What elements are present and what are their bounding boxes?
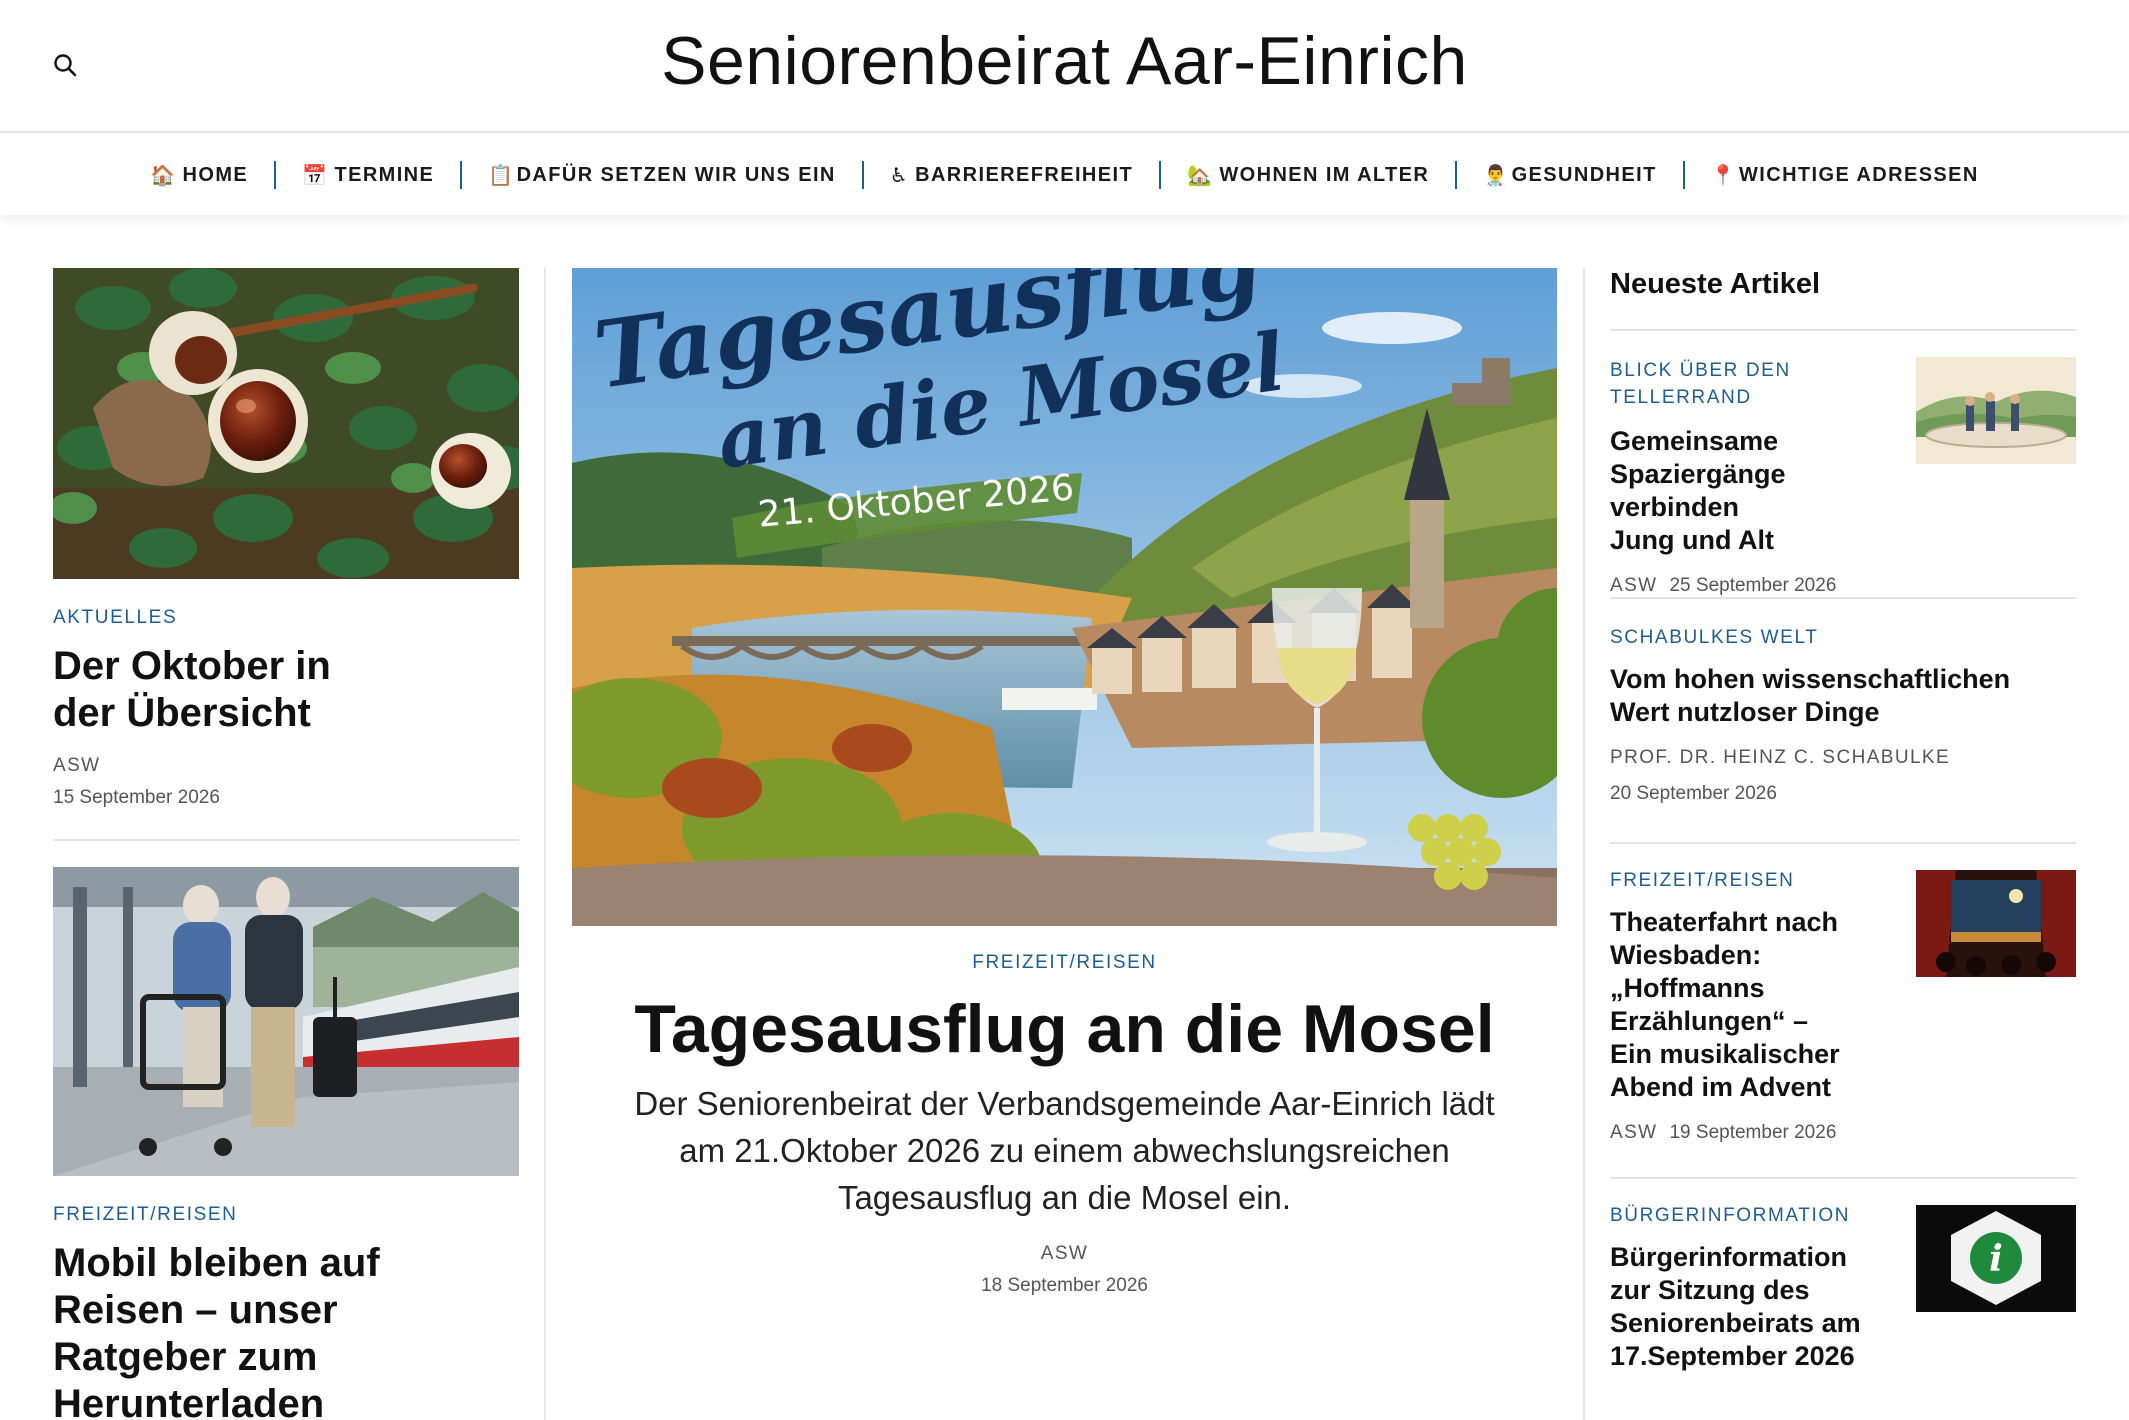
- post-title[interactable]: Der Oktober in der Übersicht: [53, 643, 373, 737]
- nav-item-home[interactable]: 🏠 HOME: [150, 163, 248, 188]
- nav-separator: [861, 161, 864, 189]
- nav-separator: [274, 161, 277, 189]
- nav-label: GESUNDHEIT: [1511, 163, 1657, 186]
- site-title[interactable]: Seniorenbeirat Aar-Einrich: [0, 22, 2129, 100]
- featured-excerpt: Der Seniorenbeirat der Verbandsgemeinde …: [634, 1085, 1495, 1216]
- sidebar-article: BLICK ÜBER DEN TELLERRAND Gemeinsame Spa…: [1610, 357, 2076, 597]
- nav-separator: [1455, 161, 1458, 189]
- chestnuts-photo[interactable]: [53, 268, 519, 579]
- sidebar-article-title[interactable]: Theaterfahrt nach Wiesbaden: „Hoffmanns …: [1610, 906, 1840, 1104]
- nav-label: WICHTIGE ADRESSEN: [1739, 163, 1979, 186]
- post-title[interactable]: Mobil bleiben auf Reisen – unser Ratgebe…: [53, 1240, 433, 1420]
- sidebar-article-date: 19 September 2026: [1669, 1122, 1837, 1143]
- sidebar-article: SCHABULKES WELT Vom hohen wissenschaftli…: [1610, 627, 2076, 842]
- nav-label: HOME: [182, 163, 249, 186]
- site-header: Seniorenbeirat Aar-Einrich: [0, 0, 2129, 133]
- sidebar-article-meta: ASW 25 September 2026: [1610, 575, 2076, 597]
- info-icon: i: [1989, 1238, 2003, 1280]
- sidebar-article: BÜRGERINFORMATION Bürgerinformation zur …: [1610, 1205, 2076, 1405]
- featured-title[interactable]: Tagesausflug an die Mosel: [572, 990, 1557, 1068]
- nav-item-gesundheit[interactable]: 👨‍⚕️ GESUNDHEIT: [1483, 163, 1656, 188]
- mosel-featured-image[interactable]: 21. Oktober 2026 Tagesausflug an die Mos…: [572, 268, 1557, 926]
- sidebar-divider: [1610, 1177, 2076, 1179]
- nav-separator: [1682, 161, 1685, 189]
- wheelchair-icon: ♿: [889, 164, 910, 187]
- sidebar-article-date: 20 September 2026: [1610, 783, 1777, 804]
- sidebar-divider: [1610, 597, 2076, 599]
- post-category[interactable]: FREIZEIT/REISEN: [53, 1204, 519, 1226]
- featured-author[interactable]: ASW: [572, 1243, 1557, 1265]
- sidebar-latest-articles: Neueste Artikel BLICK ÜBER DEN TELLERRAN…: [1610, 268, 2076, 1405]
- post-card: FREIZEIT/REISEN Mobil bleiben auf Reisen…: [53, 867, 519, 1420]
- theater-stage-thumb[interactable]: [1916, 870, 2076, 977]
- nav-item-adressen[interactable]: 📍 WICHTIGE ADRESSEN: [1711, 163, 1979, 188]
- nav-label: TERMINE: [334, 163, 435, 186]
- nav-item-dafuer[interactable]: 📋 DAFÜR SETZEN WIR UNS EIN: [488, 163, 835, 188]
- sidebar-heading: Neueste Artikel: [1610, 268, 1821, 300]
- nav-item-wohnen[interactable]: 🏡 WOHNEN IM ALTER: [1187, 163, 1429, 188]
- sidebar-divider: [1610, 842, 2076, 844]
- featured-article: 21. Oktober 2026 Tagesausflug an die Mos…: [572, 268, 1557, 1297]
- post-date: 15 September 2026: [53, 787, 220, 808]
- nav-item-barrierefreiheit[interactable]: ♿ BARRIEREFREIHEIT: [890, 163, 1133, 188]
- sidebar-divider: [1610, 329, 2076, 331]
- nav-separator: [1159, 161, 1162, 189]
- sidebar-article-category[interactable]: SCHABULKES WELT: [1610, 627, 2076, 649]
- column-divider-right: [1583, 268, 1585, 1420]
- sidebar-article-title[interactable]: Vom hohen wissenschaftlichen Wert nutzlo…: [1610, 663, 2030, 729]
- house-garden-icon: 🏡: [1187, 164, 1214, 187]
- featured-category[interactable]: FREIZEIT/REISEN: [572, 952, 1557, 974]
- sidebar-article-title[interactable]: Gemeinsame Spaziergänge verbinden Jung u…: [1610, 425, 1800, 557]
- doctor-icon: 👨‍⚕️: [1483, 164, 1510, 187]
- sidebar-article-title[interactable]: Bürgerinformation zur Sitzung des Senior…: [1610, 1241, 1870, 1373]
- post-card: AKTUELLES Der Oktober in der Übersicht A…: [53, 268, 519, 809]
- featured-date: 18 September 2026: [981, 1275, 1148, 1296]
- nav-label: BARRIEREFREIHEIT: [915, 163, 1134, 186]
- illustration-walk-thumb[interactable]: [1916, 357, 2076, 464]
- house-icon: 🏠: [150, 164, 177, 187]
- main-navigation: 🏠 HOME 📅 TERMINE 📋 DAFÜR SETZEN WIR UNS EIN…: [0, 135, 2129, 215]
- clipboard-icon: 📋: [488, 164, 515, 187]
- sidebar-article: FREIZEIT/REISEN Theaterfahrt nach Wiesba…: [1610, 870, 2076, 1177]
- post-author[interactable]: ASW: [53, 755, 519, 777]
- left-column: AKTUELLES Der Oktober in der Übersicht A…: [53, 268, 519, 1420]
- info-sign-thumb[interactable]: i: [1916, 1205, 2076, 1312]
- sidebar-article-meta: ASW 19 September 2026: [1610, 1122, 2076, 1144]
- sidebar-article-author[interactable]: PROF. DR. HEINZ C. SCHABULKE: [1610, 747, 2076, 769]
- sidebar-article-author[interactable]: ASW: [1610, 1122, 1657, 1143]
- nav-label: WOHNEN IM ALTER: [1219, 163, 1430, 186]
- nav-label: DAFÜR SETZEN WIR UNS EIN: [516, 163, 836, 186]
- seniors-train-station-photo[interactable]: [53, 867, 519, 1176]
- nav-item-termine[interactable]: 📅 TERMINE: [302, 163, 434, 188]
- sidebar-article-category[interactable]: BLICK ÜBER DEN TELLERRAND: [1610, 357, 1860, 411]
- column-divider-left: [544, 268, 546, 1420]
- sidebar-article-date: 25 September 2026: [1669, 575, 1837, 596]
- post-category[interactable]: AKTUELLES: [53, 607, 519, 629]
- post-divider: [53, 839, 519, 841]
- calendar-icon: 📅: [302, 164, 329, 187]
- sidebar-article-author[interactable]: ASW: [1610, 575, 1657, 596]
- pin-icon: 📍: [1710, 164, 1738, 187]
- nav-separator: [460, 161, 463, 189]
